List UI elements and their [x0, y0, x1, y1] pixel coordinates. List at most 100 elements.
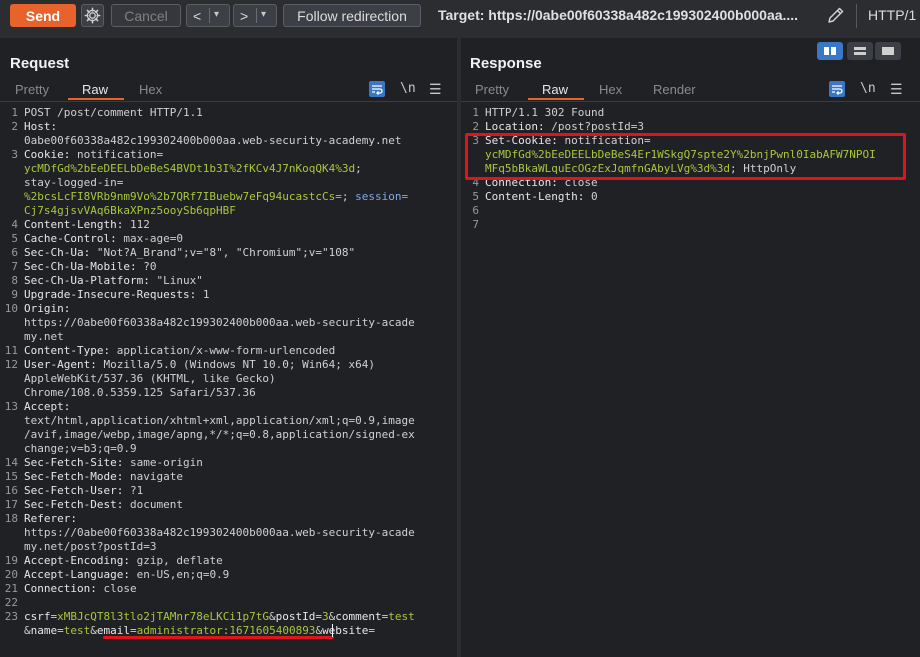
- tab-pretty[interactable]: Pretty: [15, 82, 49, 97]
- forward-icon: >: [240, 7, 249, 24]
- code-token: text/html,application/xhtml+xml,applicat…: [24, 414, 415, 427]
- tab-raw[interactable]: Raw: [542, 82, 568, 97]
- code-line: 14 Sec-Fetch-Site: same-origin: [0, 456, 450, 470]
- line-number: 2: [472, 120, 479, 133]
- request-editor[interactable]: 1 POST /post/comment HTTP/1.1 2 Host: 0abe00…: [0, 106, 450, 638]
- code-token: ?0: [143, 260, 157, 273]
- code-line: 4 Connection: close: [461, 176, 913, 190]
- code-token: Mozilla/5.0 (Windows NT 10.0; Win64; x64…: [103, 358, 376, 371]
- code-token: User-Agent:: [24, 358, 104, 371]
- code-text: change;v=b3;q=0.9: [24, 442, 137, 456]
- line-number: 6: [472, 204, 479, 217]
- code-token: Cache-Control:: [24, 232, 124, 245]
- code-token: Accept-Encoding:: [24, 554, 137, 567]
- tab-render[interactable]: Render: [653, 82, 696, 97]
- code-text: %2bcsLcFI8VRb9nm9Vo%2b7QRf7IBuebw7eFq94u…: [24, 190, 408, 204]
- chevron-down-icon[interactable]: ▾: [261, 9, 266, 20]
- code-line: 5 Content-Length: 0: [461, 190, 913, 204]
- forward-button[interactable]: > ▾: [233, 4, 277, 27]
- code-line: ycMDfGd%2bEeDEELbDeBeS4BVDt1b3I%2fKCv4J7…: [0, 162, 450, 176]
- code-token: Content-Type:: [24, 344, 117, 357]
- code-text: Sec-Fetch-Site: same-origin: [24, 456, 203, 470]
- tab-pretty[interactable]: Pretty: [475, 82, 509, 97]
- protocol-selector[interactable]: HTTP/1: [868, 7, 916, 23]
- code-text: Sec-Ch-Ua-Platform: "Linux": [24, 274, 203, 288]
- code-token: %2bcsLcFI8VRb9nm9Vo%2b7QRf7IBuebw7eFq94u…: [24, 190, 342, 203]
- split-vertical-icon[interactable]: [817, 42, 843, 60]
- code-token: POST /post/comment HTTP/1.1: [24, 106, 203, 119]
- code-line: 3 Cookie: notification=: [0, 148, 450, 162]
- active-tab-indicator: [528, 98, 584, 100]
- line-number: 18: [4, 512, 18, 525]
- newline-toggle-icon[interactable]: \n: [400, 81, 416, 97]
- code-text: Content-Length: 0: [485, 190, 598, 204]
- code-token: https://0abe00f60338a482c199302400b000aa…: [24, 526, 415, 539]
- newline-toggle-icon[interactable]: \n: [860, 81, 876, 97]
- code-line: %2bcsLcFI8VRb9nm9Vo%2b7QRf7IBuebw7eFq94u…: [0, 190, 450, 204]
- code-token: notification=: [76, 148, 164, 161]
- code-token: name: [30, 624, 58, 637]
- line-number: 20: [4, 568, 18, 581]
- tab-raw[interactable]: Raw: [82, 82, 108, 97]
- code-token: close: [564, 176, 598, 189]
- divider: [256, 8, 257, 23]
- response-editor[interactable]: 1 HTTP/1.1 302 Found 2 Location: /post?post…: [461, 106, 913, 232]
- code-text: ycMDfGd%2bEeDEELbDeBeS4BVDt1b3I%2fKCv4J7…: [24, 162, 362, 176]
- tab-hex[interactable]: Hex: [599, 82, 622, 97]
- code-token: &: [90, 624, 97, 637]
- single-pane-icon[interactable]: [875, 42, 901, 60]
- follow-redirection-button[interactable]: Follow redirection: [283, 4, 421, 27]
- split-horizontal-icon[interactable]: [847, 42, 873, 60]
- chevron-down-icon[interactable]: ▾: [214, 9, 219, 20]
- code-token: 112: [129, 218, 150, 231]
- code-line: stay-logged-in=: [0, 176, 450, 190]
- cancel-button[interactable]: Cancel: [111, 4, 181, 27]
- code-token: notification=: [564, 134, 651, 147]
- code-line: text/html,application/xhtml+xml,applicat…: [0, 414, 450, 428]
- back-icon: <: [193, 7, 202, 24]
- pencil-icon[interactable]: [826, 5, 846, 25]
- send-button[interactable]: Send: [10, 4, 76, 27]
- code-token: MFq5bBkaWLquEcOGzExJqmfnGAbyLVg%3d%3d: [485, 162, 731, 175]
- menu-icon[interactable]: ☰: [890, 81, 906, 97]
- code-line: 15 Sec-Fetch-Mode: navigate: [0, 470, 450, 484]
- code-text: my.net: [24, 330, 64, 344]
- code-token: =: [368, 624, 376, 637]
- code-text: Connection: close: [24, 582, 137, 596]
- code-token: 0: [590, 190, 598, 203]
- wrap-lines-icon[interactable]: [369, 81, 385, 97]
- code-text: Set-Cookie: notification=: [485, 134, 651, 148]
- code-text: csrf=xMBJcQT8l3tlo2jTAMnr78eLKCi1p7tG&po…: [24, 610, 415, 624]
- tab-hex[interactable]: Hex: [139, 82, 162, 97]
- code-line: 22: [0, 596, 450, 610]
- code-line: 18 Referer:: [0, 512, 450, 526]
- line-number: 2: [11, 120, 18, 133]
- divider: [856, 4, 857, 28]
- code-text: AppleWebKit/537.36 (KHTML, like Gecko): [24, 372, 276, 386]
- code-text: POST /post/comment HTTP/1.1: [24, 106, 203, 120]
- code-token: Accept-Language:: [24, 568, 137, 581]
- line-number: 5: [472, 190, 479, 203]
- code-text: Cache-Control: max-age=0: [24, 232, 183, 246]
- code-token: "Not?A_Brand";v="8", "Chromium";v="108": [96, 246, 356, 259]
- back-button[interactable]: < ▾: [186, 4, 230, 27]
- code-text: https://0abe00f60338a482c199302400b000aa…: [24, 316, 415, 330]
- gear-icon[interactable]: [81, 4, 104, 27]
- code-token: Sec-Fetch-Dest:: [24, 498, 130, 511]
- code-token: /avif,image/webp,image/apng,*/*;q=0.8,ap…: [24, 428, 415, 441]
- code-text: Connection: close: [485, 176, 598, 190]
- code-line: 6 Sec-Ch-Ua: "Not?A_Brand";v="8", "Chromi…: [0, 246, 450, 260]
- menu-icon[interactable]: ☰: [429, 81, 445, 97]
- code-text: Content-Length: 112: [24, 218, 150, 232]
- code-token: en-US,en;q=0.9: [136, 568, 230, 581]
- line-number: 13: [4, 400, 18, 413]
- code-token: max-age=0: [123, 232, 183, 245]
- code-line: 12 User-Agent: Mozilla/5.0 (Windows NT 10…: [0, 358, 450, 372]
- code-line: AppleWebKit/537.36 (KHTML, like Gecko): [0, 372, 450, 386]
- code-line: change;v=b3;q=0.9: [0, 442, 450, 456]
- code-token: document: [129, 498, 183, 511]
- code-line: 10 Origin:: [0, 302, 450, 316]
- wrap-lines-icon[interactable]: [829, 81, 845, 97]
- code-line: 6: [461, 204, 913, 218]
- code-line: 16 Sec-Fetch-User: ?1: [0, 484, 450, 498]
